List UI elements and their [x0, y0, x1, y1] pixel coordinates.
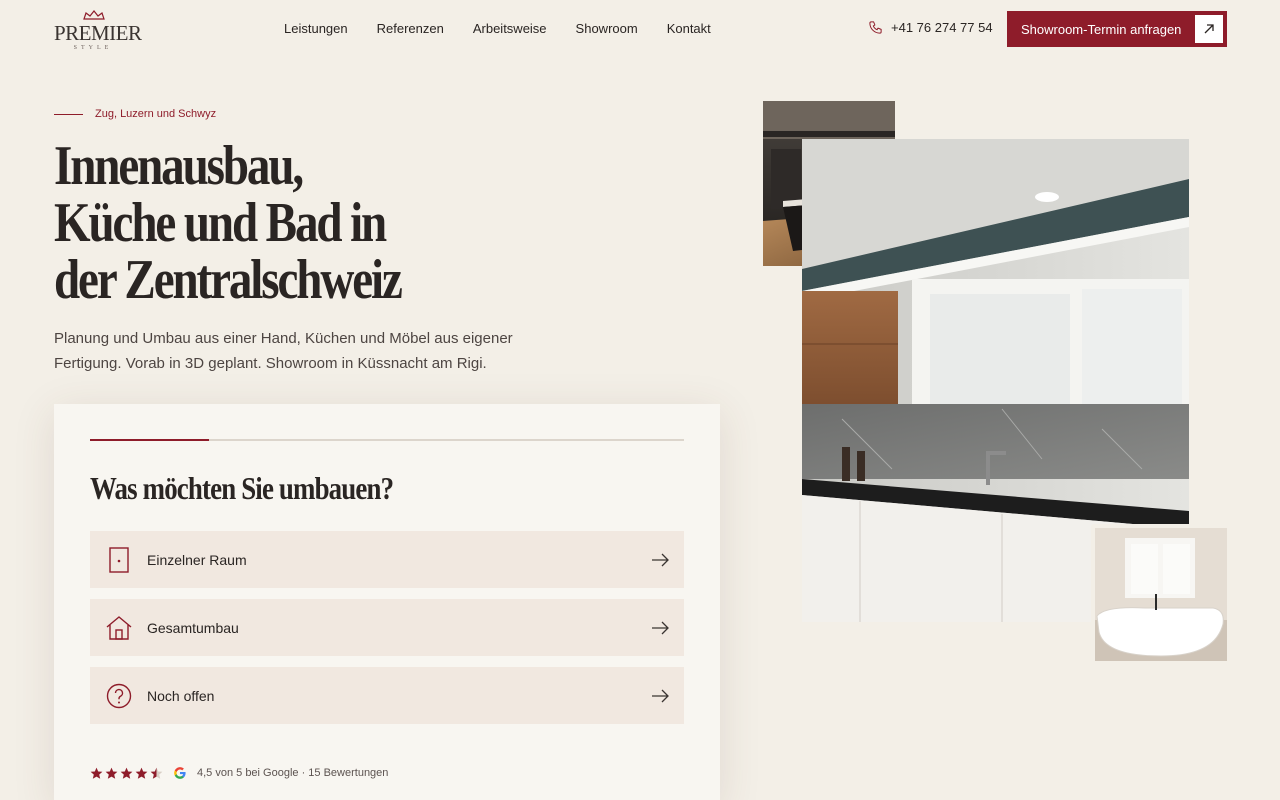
logo-subline: STYLE [73, 45, 113, 51]
arrow-right-icon [652, 553, 669, 566]
star-icon [150, 767, 163, 779]
logo-wordmark: PREMIER [54, 21, 142, 45]
nav-item-referenzen[interactable]: Referenzen [377, 21, 444, 37]
option-undecided[interactable]: Noch offen [90, 667, 684, 724]
option-label: Einzelner Raum [147, 551, 247, 568]
star-icon [105, 767, 118, 779]
rating-text: 4,5 von 5 bei Google · 15 Bewertungen [197, 767, 389, 779]
cta-arrow-box [1195, 15, 1223, 43]
star-icon [120, 767, 133, 779]
showroom-appointment-label: Showroom-Termin anfragen [1021, 21, 1182, 37]
phone-link[interactable]: +41 76 274 77 54 [868, 20, 993, 35]
crown-icon [83, 10, 105, 20]
arrow-right-icon [652, 621, 669, 634]
main-nav: Leistungen Referenzen Arbeitsweise Showr… [284, 21, 711, 37]
arrow-up-right-icon [1204, 24, 1214, 34]
rating-stars [90, 767, 163, 780]
option-single-room[interactable]: Einzelner Raum [90, 531, 684, 588]
hero-lead: Planung und Umbau aus einer Hand, Küchen… [54, 330, 513, 372]
phone-icon [869, 21, 882, 34]
bathroom-bathtub-photo [1091, 524, 1231, 665]
nav-item-kontakt[interactable]: Kontakt [667, 21, 711, 37]
nav-item-showroom[interactable]: Showroom [576, 21, 638, 37]
step-progress-fill [90, 439, 209, 441]
phone-number: +41 76 274 77 54 [891, 20, 993, 35]
headline-line-3: der Zentralschweiz [54, 249, 403, 311]
renovation-question-card: Was möchten Sie umbauen? Einzelner Raum … [54, 404, 720, 800]
option-full-renovation[interactable]: Gesamtumbau [90, 599, 684, 656]
headline-line-2: Küche und Bad in [54, 192, 387, 254]
option-label: Noch offen [147, 687, 215, 704]
hero-eyebrow: Zug, Luzern und Schwyz [54, 108, 216, 120]
question-title: Was möchten Sie umbauen? [90, 470, 394, 506]
eyebrow-line [54, 113, 83, 115]
headline-line-1: Innenausbau, [54, 135, 304, 197]
page-title: Innenausbau, Küche und Bad in der Zentra… [54, 138, 474, 309]
arrow-right-icon [652, 689, 669, 702]
option-label: Gesamtumbau [147, 619, 239, 636]
logo[interactable]: PREMIER STYLE [54, 10, 142, 51]
region-label: Zug, Luzern und Schwyz [95, 108, 217, 120]
step-progress-bar [90, 439, 684, 441]
nav-item-arbeitsweise[interactable]: Arbeitsweise [473, 21, 547, 37]
google-rating: 4,5 von 5 bei Google · 15 Bewertungen [90, 766, 388, 780]
star-icon [135, 767, 148, 779]
nav-item-leistungen[interactable]: Leistungen [284, 21, 348, 37]
house-icon [106, 615, 132, 641]
showroom-appointment-button[interactable]: Showroom-Termin anfragen [1007, 11, 1227, 47]
door-icon [106, 546, 132, 573]
site-header: PREMIER STYLE Leistungen Referenzen Arbe… [0, 0, 1280, 58]
question-icon [106, 683, 132, 709]
star-icon [90, 767, 103, 779]
google-icon [174, 767, 186, 779]
